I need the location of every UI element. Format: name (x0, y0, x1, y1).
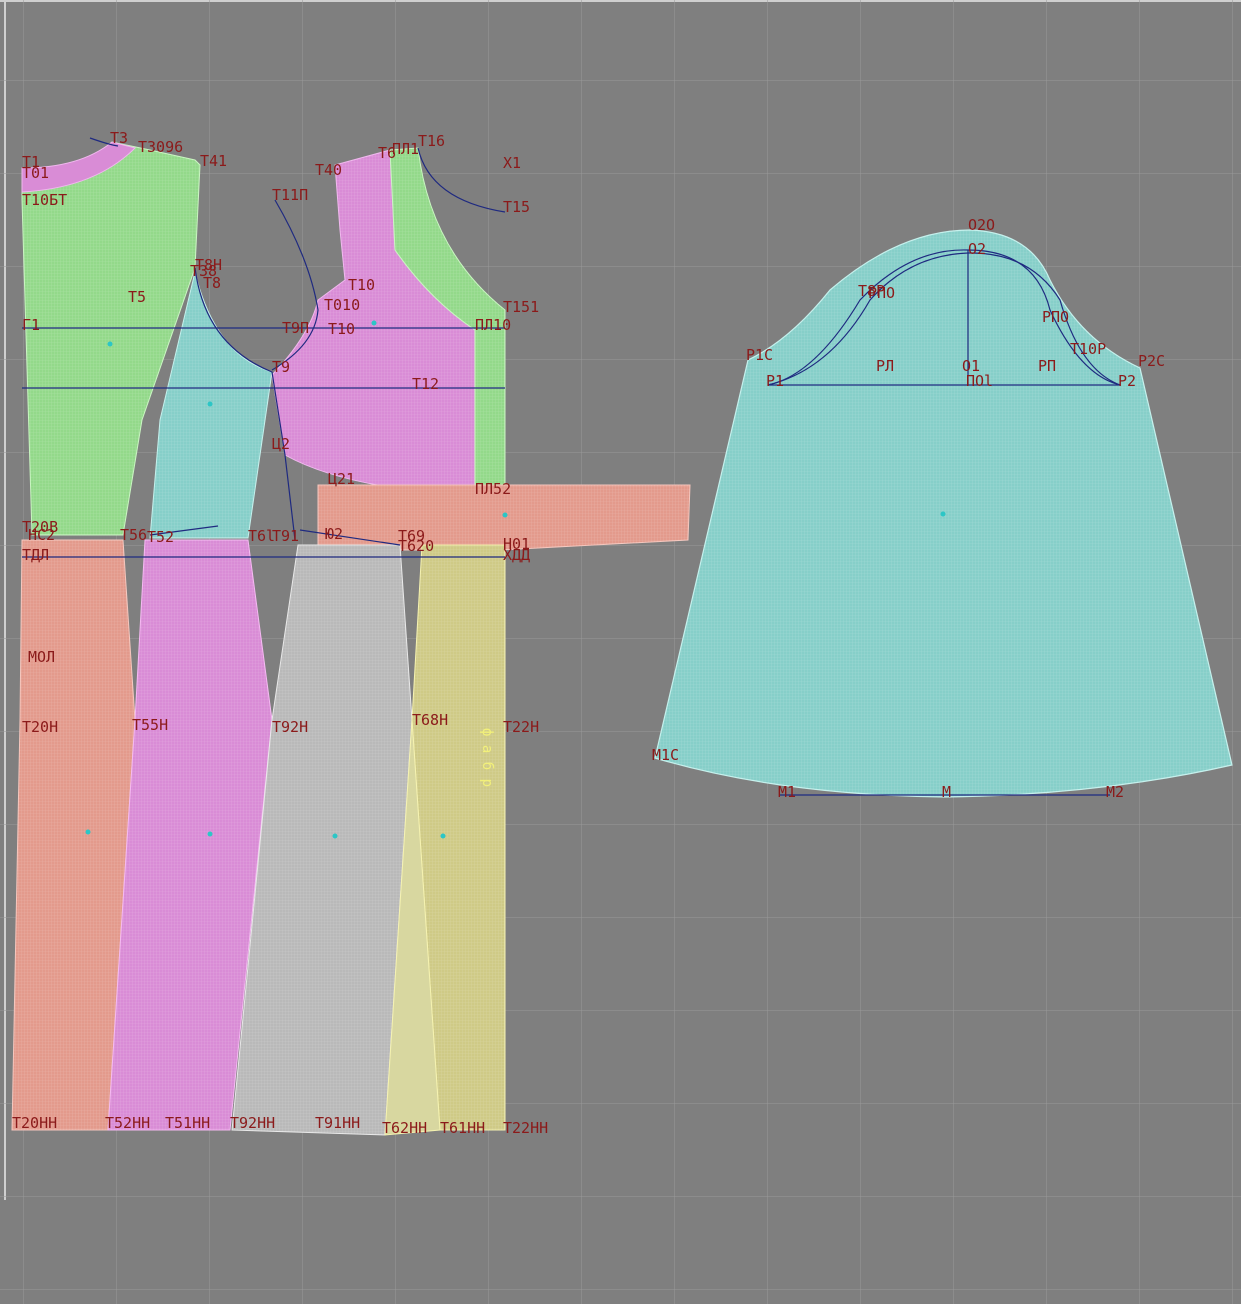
label-t91: T91 (272, 527, 299, 545)
label-r1: P1 (766, 372, 784, 390)
label-t56: T56 (120, 526, 147, 544)
label-t16: T16 (418, 132, 445, 150)
label-x1: X1 (503, 154, 521, 172)
label-t010: T010 (324, 296, 360, 314)
label-t10b: T10 (348, 276, 375, 294)
label-t620: T620 (398, 537, 434, 555)
label-c21: Ц21 (328, 470, 355, 488)
label-t52: T52 (147, 528, 174, 546)
label-yo2: Ю2 (325, 525, 343, 543)
label-t20h: T20H (22, 718, 58, 736)
label-t41: T41 (200, 152, 227, 170)
label-m1: M1 (778, 783, 796, 801)
label-t8: T8 (203, 274, 221, 292)
label-m2: M2 (1106, 783, 1124, 801)
label-pol: ПОl (966, 372, 993, 390)
label-xdd: XДД (503, 546, 530, 564)
label-mol: MОЛ (28, 648, 55, 666)
label-rp: РП (1038, 357, 1056, 375)
label-o2: O2 (968, 240, 986, 258)
label-t68h: T68H (412, 711, 448, 729)
label-rl: РЛ (876, 357, 894, 375)
label-tdl: TДЛ (22, 546, 49, 564)
label-t3: T3 (110, 129, 128, 147)
label-t11p: T11П (272, 186, 308, 204)
label-o2o: O2O (968, 216, 995, 234)
label-t52hh: T52HH (105, 1114, 150, 1132)
label-pl1: ПЛ1 (392, 140, 419, 158)
label-t01: T01 (22, 164, 49, 182)
label-t12: T12 (412, 375, 439, 393)
label-t10bt: T10БТ (22, 191, 67, 209)
label-hc2: HC2 (28, 526, 55, 544)
label-t92h: T92H (272, 718, 308, 736)
label-t61hh: T61HH (440, 1119, 485, 1137)
label-m1c: M1C (652, 746, 679, 764)
label-t62hh: T62HH (382, 1119, 427, 1137)
label-t22hh: T22HH (503, 1119, 548, 1137)
label-t22h: T22H (503, 718, 539, 736)
label-t10c: T10 (328, 320, 355, 338)
label-po: РПО (1042, 308, 1069, 326)
label-r2c: P2C (1138, 352, 1165, 370)
label-t51hh: T51HH (165, 1114, 210, 1132)
label-pl52: ПЛ52 (475, 480, 511, 498)
label-c2: Ц2 (272, 435, 290, 453)
label-pl10: ПЛ10 (475, 316, 511, 334)
label-t5: T5 (128, 288, 146, 306)
label-t3096: T3096 (138, 138, 183, 156)
pattern-canvas[interactable]: ф а б р T1 T01 T10БТ T3 T3096 T41 T5 T8H… (0, 0, 1241, 1304)
label-t91hh: T91HH (315, 1114, 360, 1132)
label-r2: P2 (1118, 372, 1136, 390)
fabric-grain-text: ф а б р (479, 728, 495, 787)
label-t55h: T55H (132, 716, 168, 734)
label-r1c: P1C (746, 346, 773, 364)
label-t20hh: T20HH (12, 1114, 57, 1132)
label-m: M (942, 783, 951, 801)
label-t9p: T9П (282, 319, 309, 337)
label-t92hh: T92HH (230, 1114, 275, 1132)
label-t10r: T10P (1070, 340, 1106, 358)
label-rpo-left: РПО (868, 284, 895, 302)
label-t15: T15 (503, 198, 530, 216)
label-t151: T151 (503, 298, 539, 316)
label-g1: Г1 (22, 316, 40, 334)
label-t40: T40 (315, 161, 342, 179)
label-t9: T9 (272, 358, 290, 376)
